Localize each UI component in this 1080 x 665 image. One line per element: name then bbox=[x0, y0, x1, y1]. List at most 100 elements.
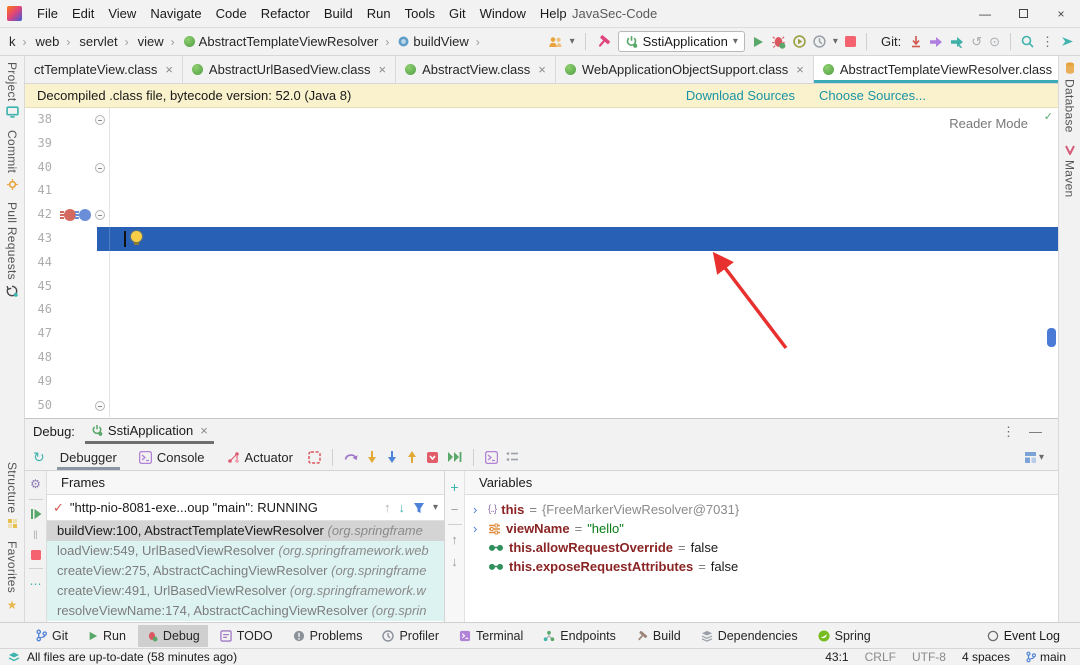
download-sources-link[interactable]: Download Sources bbox=[686, 88, 795, 103]
variable-row[interactable]: this.exposeRequestAttributes = false bbox=[465, 557, 1058, 576]
menu-item[interactable]: Run bbox=[360, 1, 398, 26]
sidebar-item-commit[interactable]: Commit bbox=[5, 124, 19, 195]
chevron-down-icon[interactable]: ▾ bbox=[433, 502, 438, 513]
expand-chevron-icon[interactable]: › bbox=[473, 521, 483, 536]
close-icon[interactable]: × bbox=[538, 62, 546, 77]
maximize-button[interactable] bbox=[1004, 0, 1042, 27]
fold-icon[interactable] bbox=[95, 163, 105, 173]
encoding-widget[interactable]: UTF-8 bbox=[912, 650, 946, 664]
menu-item[interactable]: Git bbox=[442, 1, 473, 26]
rerun-icon[interactable]: ↻ bbox=[33, 449, 45, 466]
caret-position-widget[interactable]: 43:1 bbox=[825, 650, 848, 664]
remove-watch-icon[interactable]: − bbox=[451, 502, 459, 517]
menu-item[interactable]: Help bbox=[533, 1, 574, 26]
view-breakpoints-icon[interactable] bbox=[308, 451, 321, 464]
code-line[interactable]: 43 AbstractTemplateView view = (Abstract… bbox=[25, 227, 1058, 251]
filter-frames-icon[interactable] bbox=[413, 502, 425, 514]
sidebar-item-project[interactable]: Project bbox=[5, 56, 19, 124]
fold-icon[interactable] bbox=[95, 401, 105, 411]
layout-settings-icon[interactable] bbox=[1024, 451, 1037, 464]
line-number[interactable]: 42 bbox=[25, 203, 61, 227]
code-line[interactable]: 38 public void setExposeSpringMacroHelpe… bbox=[25, 108, 1058, 132]
rollback-icon[interactable]: ⊙ bbox=[989, 34, 1000, 50]
pause-icon[interactable]: ‖ bbox=[33, 528, 38, 542]
line-number[interactable]: 47 bbox=[25, 322, 61, 346]
line-number[interactable]: 50 bbox=[25, 394, 61, 418]
code-line[interactable]: 49 return view; bbox=[25, 370, 1058, 394]
chevron-down-icon[interactable]: ▾ bbox=[1039, 452, 1044, 463]
editor-tab[interactable]: AbstractTemplateViewResolver.class × bbox=[814, 56, 1058, 83]
drop-frame-icon[interactable] bbox=[426, 451, 439, 464]
close-icon[interactable]: × bbox=[379, 62, 387, 77]
force-step-into-icon[interactable] bbox=[386, 450, 398, 464]
code-line[interactable]: 47 view.setAllowSessionOverride(this.all… bbox=[25, 322, 1058, 346]
evaluate-expression-icon[interactable] bbox=[485, 451, 498, 464]
stack-frame-row[interactable]: buildView:100, AbstractTemplateViewResol… bbox=[47, 521, 444, 541]
git-branch-widget[interactable]: main bbox=[1026, 650, 1066, 664]
code-editor[interactable]: 38 public void setExposeSpringMacroHelpe… bbox=[25, 108, 1058, 418]
breadcrumb-item[interactable]: servlet › bbox=[76, 32, 134, 51]
prev-frame-icon[interactable]: ↑ bbox=[384, 500, 391, 515]
stop-button[interactable] bbox=[845, 36, 856, 47]
run-anything-icon[interactable] bbox=[1061, 35, 1074, 48]
toolwindow-todo[interactable]: TODO bbox=[212, 625, 281, 647]
editor-tab[interactable]: WebApplicationObjectSupport.class × bbox=[556, 56, 814, 83]
toolwindow-terminal[interactable]: Terminal bbox=[451, 625, 531, 647]
fold-icon[interactable] bbox=[95, 115, 105, 125]
menu-item[interactable]: File bbox=[30, 1, 65, 26]
line-number[interactable]: 43 bbox=[25, 227, 61, 251]
git-commit-push-icon[interactable] bbox=[950, 36, 964, 48]
sidebar-item-structure[interactable]: Structure bbox=[5, 456, 19, 535]
line-number[interactable]: 46 bbox=[25, 298, 61, 322]
menu-item[interactable]: Tools bbox=[398, 1, 442, 26]
close-button[interactable]: × bbox=[1042, 0, 1080, 27]
stack-frame-row[interactable]: loadView:549, UrlBasedViewResolver (org.… bbox=[47, 541, 444, 561]
sidebar-item-favorites[interactable]: Favorites ★ bbox=[5, 535, 19, 622]
next-frame-icon[interactable]: ↓ bbox=[398, 500, 405, 515]
toolwindow-spring[interactable]: Spring bbox=[810, 625, 879, 647]
debug-button[interactable] bbox=[771, 34, 786, 49]
toolwindow-profiler[interactable]: Profiler bbox=[374, 625, 447, 647]
breadcrumb-item[interactable]: buildView › bbox=[395, 32, 485, 51]
line-number[interactable]: 49 bbox=[25, 370, 61, 394]
step-out-icon[interactable] bbox=[406, 450, 418, 464]
step-over-icon[interactable] bbox=[344, 450, 358, 464]
variable-row[interactable]: › {..} this = {FreeMarkerViewResolver@70… bbox=[465, 500, 1058, 519]
breadcrumb-item[interactable]: AbstractTemplateViewResolver › bbox=[181, 32, 396, 51]
line-number[interactable]: 48 bbox=[25, 346, 61, 370]
scrollbar-thumb[interactable] bbox=[1047, 328, 1056, 347]
toolwindow-dependencies[interactable]: Dependencies bbox=[693, 625, 806, 647]
menu-item[interactable]: Window bbox=[473, 1, 533, 26]
breadcrumb-item[interactable]: k › bbox=[6, 32, 33, 51]
method-breakpoint-icon[interactable] bbox=[79, 209, 91, 221]
editor-tab[interactable]: AbstractUrlBasedView.class × bbox=[183, 56, 396, 83]
fold-icon[interactable] bbox=[95, 210, 105, 220]
stop-icon[interactable] bbox=[31, 550, 41, 560]
move-up-icon[interactable]: ↑ bbox=[451, 532, 458, 547]
tab-actuator[interactable]: Actuator bbox=[220, 446, 300, 469]
code-line[interactable]: 45 view.setAllowRequestOverride(this.all… bbox=[25, 275, 1058, 299]
menu-item[interactable]: Edit bbox=[65, 1, 101, 26]
add-watch-icon[interactable]: + bbox=[450, 479, 458, 495]
chevron-down-icon[interactable]: ▾ bbox=[570, 36, 575, 47]
expand-chevron-icon[interactable]: › bbox=[473, 502, 483, 517]
settings-list-icon[interactable] bbox=[506, 451, 519, 463]
options-kebab-icon[interactable]: ⋮ bbox=[1002, 424, 1015, 440]
inspections-ok-icon[interactable]: ✓ bbox=[1044, 110, 1053, 123]
stack-frame-row[interactable]: createView:275, AbstractCachingViewResol… bbox=[47, 561, 444, 581]
profiler-icon[interactable] bbox=[813, 35, 826, 48]
sidebar-item-database[interactable]: Database bbox=[1063, 56, 1077, 139]
close-icon[interactable]: × bbox=[796, 62, 804, 77]
close-icon[interactable]: × bbox=[165, 62, 173, 77]
variable-row[interactable]: › viewName = "hello" bbox=[465, 519, 1058, 538]
more-icon[interactable]: ⋯ bbox=[30, 577, 42, 591]
toolwindow-git[interactable]: Git bbox=[28, 625, 76, 647]
line-number[interactable]: 39 bbox=[25, 132, 61, 156]
breadcrumb-item[interactable]: view › bbox=[135, 32, 181, 51]
code-line[interactable]: 42 protected AbstractUrlBasedView buildV… bbox=[25, 203, 1058, 227]
code-line[interactable]: 40 } bbox=[25, 156, 1058, 180]
run-button[interactable] bbox=[752, 36, 764, 48]
menu-item[interactable]: Refactor bbox=[254, 1, 317, 26]
code-line[interactable]: 46 view.setExposeSessionAttributes(this.… bbox=[25, 298, 1058, 322]
chevron-down-icon[interactable]: ▾ bbox=[833, 36, 838, 47]
